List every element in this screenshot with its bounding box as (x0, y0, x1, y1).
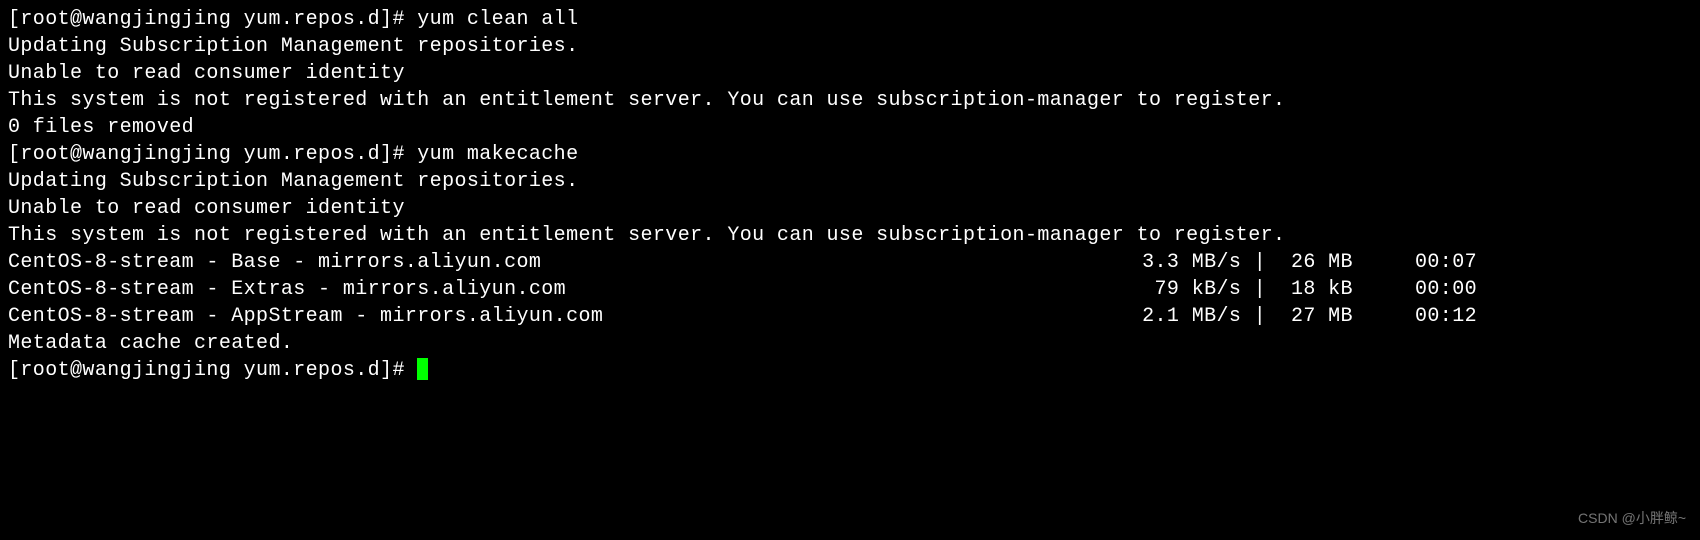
command-text: yum clean all (417, 8, 578, 31)
output-line: This system is not registered with an en… (8, 87, 1692, 114)
output-line: Unable to read consumer identity (8, 60, 1692, 87)
prompt-line: [root@wangjingjing yum.repos.d]# (8, 357, 1692, 384)
shell-prompt: [root@wangjingjing yum.repos.d]# (8, 143, 417, 166)
repo-stats: 79 kB/s | 18 kB 00:00 (1142, 276, 1692, 303)
output-line: Unable to read consumer identity (8, 195, 1692, 222)
output-line: Updating Subscription Management reposit… (8, 168, 1692, 195)
terminal-output[interactable]: [root@wangjingjing yum.repos.d]# yum cle… (8, 6, 1692, 384)
repo-stats: 2.1 MB/s | 27 MB 00:12 (1142, 303, 1692, 330)
output-line: Updating Subscription Management reposit… (8, 33, 1692, 60)
output-line: Metadata cache created. (8, 330, 1692, 357)
repo-name: CentOS-8-stream - Extras - mirrors.aliyu… (8, 276, 566, 303)
command-text: yum makecache (417, 143, 578, 166)
repo-progress-row: CentOS-8-stream - Base - mirrors.aliyun.… (8, 249, 1692, 276)
repo-name: CentOS-8-stream - AppStream - mirrors.al… (8, 303, 603, 330)
repo-progress-row: CentOS-8-stream - Extras - mirrors.aliyu… (8, 276, 1692, 303)
shell-prompt: [root@wangjingjing yum.repos.d]# (8, 359, 417, 382)
watermark-text: CSDN @小胖鲸~ (1578, 505, 1686, 532)
shell-prompt: [root@wangjingjing yum.repos.d]# (8, 8, 417, 31)
prompt-line: [root@wangjingjing yum.repos.d]# yum cle… (8, 6, 1692, 33)
repo-progress-row: CentOS-8-stream - AppStream - mirrors.al… (8, 303, 1692, 330)
output-line: This system is not registered with an en… (8, 222, 1692, 249)
repo-stats: 3.3 MB/s | 26 MB 00:07 (1142, 249, 1692, 276)
cursor-block (417, 358, 428, 380)
repo-name: CentOS-8-stream - Base - mirrors.aliyun.… (8, 249, 541, 276)
output-line: 0 files removed (8, 114, 1692, 141)
prompt-line: [root@wangjingjing yum.repos.d]# yum mak… (8, 141, 1692, 168)
